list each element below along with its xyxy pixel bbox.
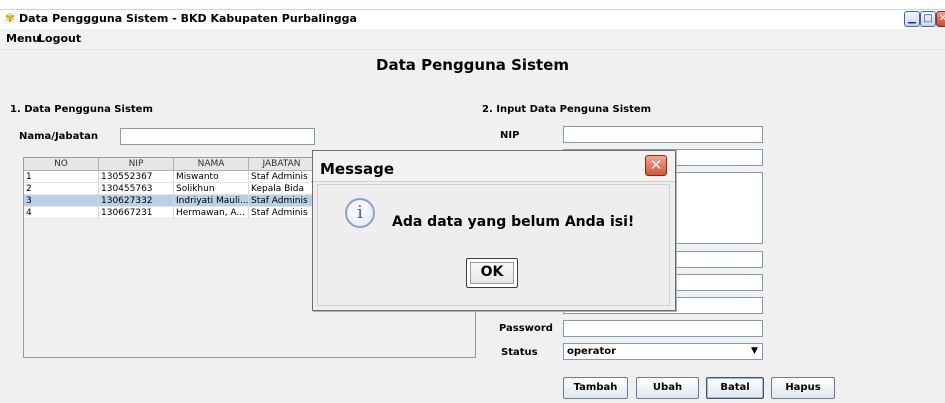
cell-jabatan: Kepala Bida [249, 183, 315, 195]
cell-no: 3 [24, 195, 99, 207]
filter-label: Nama/Jabatan [19, 131, 98, 142]
cell-jabatan: Staf Adminis [249, 171, 315, 183]
maximize-button[interactable]: □ [920, 11, 936, 27]
app-flower-icon: ✾ [5, 11, 16, 25]
cell-no: 1 [24, 171, 99, 183]
cell-nama: Miswanto [174, 171, 249, 183]
list-section-heading: 1. Data Pengguna Sistem [10, 104, 153, 115]
cell-nip: 130627332 [99, 195, 174, 207]
nip-input[interactable] [563, 126, 763, 143]
window-title: Data Penggguna Sistem - BKD Kabupaten Pu… [19, 12, 357, 25]
cell-nip: 130667231 [99, 207, 174, 219]
page-title: Data Pengguna Sistem [376, 56, 569, 74]
hapus-button[interactable]: Hapus [771, 377, 835, 399]
table-header-nip[interactable]: NIP [99, 158, 174, 171]
table-header-no[interactable]: NO [24, 158, 99, 171]
dialog-close-button[interactable]: ✕ [645, 155, 667, 176]
cell-nip: 130552367 [99, 171, 174, 183]
nip-label: NIP [500, 130, 520, 141]
password-label: Password [499, 323, 553, 334]
cell-nama: Solikhun [174, 183, 249, 195]
cell-nama: Hermawan, A... [174, 207, 249, 219]
form-section-heading: 2. Input Data Penguna Sistem [482, 104, 652, 115]
cell-jabatan: Staf Adminis [249, 207, 315, 219]
filter-input[interactable] [120, 128, 315, 145]
dialog-message: Ada data yang belum Anda isi! [392, 214, 635, 230]
menu-item-logout[interactable]: Logout [38, 32, 81, 46]
info-icon: i [345, 198, 375, 228]
batal-button[interactable]: Batal [706, 377, 764, 399]
menu-item-menu[interactable]: Menu [6, 32, 40, 46]
cell-no: 2 [24, 183, 99, 195]
cell-nip: 130455763 [99, 183, 174, 195]
dialog-title: Message [320, 160, 394, 178]
ubah-button[interactable]: Ubah [636, 377, 699, 399]
table-header-nama[interactable]: NAMA [174, 158, 249, 171]
minimize-button[interactable]: ▁ [904, 11, 920, 27]
table-header-jabatan[interactable]: JABATAN [249, 158, 315, 171]
cell-nama: Indriyati Mauli... [174, 195, 249, 207]
status-selected-value: operator [567, 346, 617, 357]
window-close-button[interactable]: ✕ [936, 11, 945, 27]
cell-no: 4 [24, 207, 99, 219]
ok-button[interactable]: OK [466, 258, 518, 288]
status-label: Status [501, 347, 538, 358]
tambah-button[interactable]: Tambah [563, 377, 628, 399]
menu-bar [0, 29, 945, 50]
status-select[interactable]: operator [563, 343, 763, 360]
cell-jabatan: Staf Adminis [249, 195, 315, 207]
password-input[interactable] [563, 320, 763, 337]
chevron-down-icon[interactable]: ▼ [747, 344, 762, 359]
